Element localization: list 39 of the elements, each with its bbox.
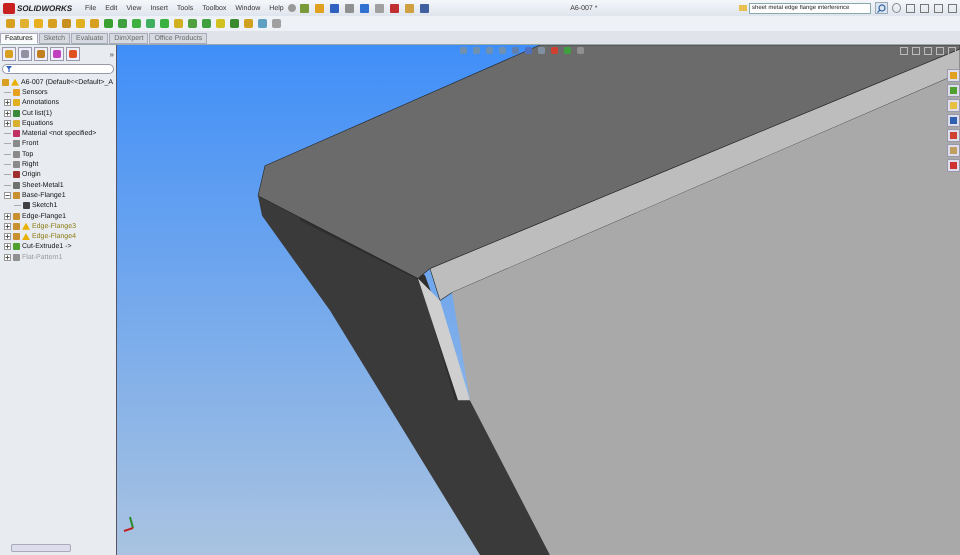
task-pane-icon[interactable]	[947, 159, 960, 172]
task-pane-icon[interactable]	[947, 99, 960, 112]
expand-icon[interactable]	[4, 212, 11, 220]
maximize-icon[interactable]	[920, 4, 929, 12]
logo-icon	[3, 2, 15, 14]
filter-icon	[6, 66, 12, 72]
collapse-icon[interactable]	[4, 192, 11, 199]
close-icon[interactable]	[948, 47, 956, 55]
task-pane-icon[interactable]	[947, 84, 960, 97]
expand-icon[interactable]	[4, 110, 11, 117]
task-pane-icon[interactable]	[947, 129, 960, 142]
expand-icon[interactable]	[4, 254, 11, 261]
expand-icon[interactable]	[4, 120, 11, 127]
panel-tab-icon[interactable]	[66, 47, 80, 61]
close-icon[interactable]	[948, 4, 957, 12]
task-pane-icon[interactable]	[947, 114, 960, 127]
folder-icon	[738, 5, 747, 11]
minimize-icon[interactable]	[906, 4, 915, 12]
panel-tab-icon[interactable]	[34, 47, 48, 61]
part-icon	[2, 78, 9, 86]
restore-icon[interactable]	[936, 47, 944, 55]
collapse-button[interactable]: »	[110, 50, 114, 58]
task-pane-icon[interactable]	[947, 144, 960, 157]
panel-tab-icon[interactable]	[18, 47, 32, 61]
tile-icon[interactable]	[912, 47, 920, 55]
panel-tab-icon[interactable]	[50, 47, 64, 61]
search-icon[interactable]	[874, 2, 888, 14]
app-name: SOLIDWORKS	[17, 4, 72, 12]
task-pane-icon[interactable]	[947, 69, 960, 82]
filter-field[interactable]	[2, 64, 114, 74]
expand-icon[interactable]	[4, 243, 11, 250]
expand-icon[interactable]	[4, 222, 11, 230]
help-icon[interactable]	[892, 3, 901, 13]
expand-icon[interactable]	[4, 99, 11, 106]
expand-icon[interactable]	[4, 233, 11, 240]
tile-icon[interactable]	[900, 47, 908, 55]
restore-icon[interactable]	[934, 4, 943, 12]
minimize-icon[interactable]	[924, 47, 932, 55]
panel-tab-icon[interactable]	[2, 47, 16, 61]
